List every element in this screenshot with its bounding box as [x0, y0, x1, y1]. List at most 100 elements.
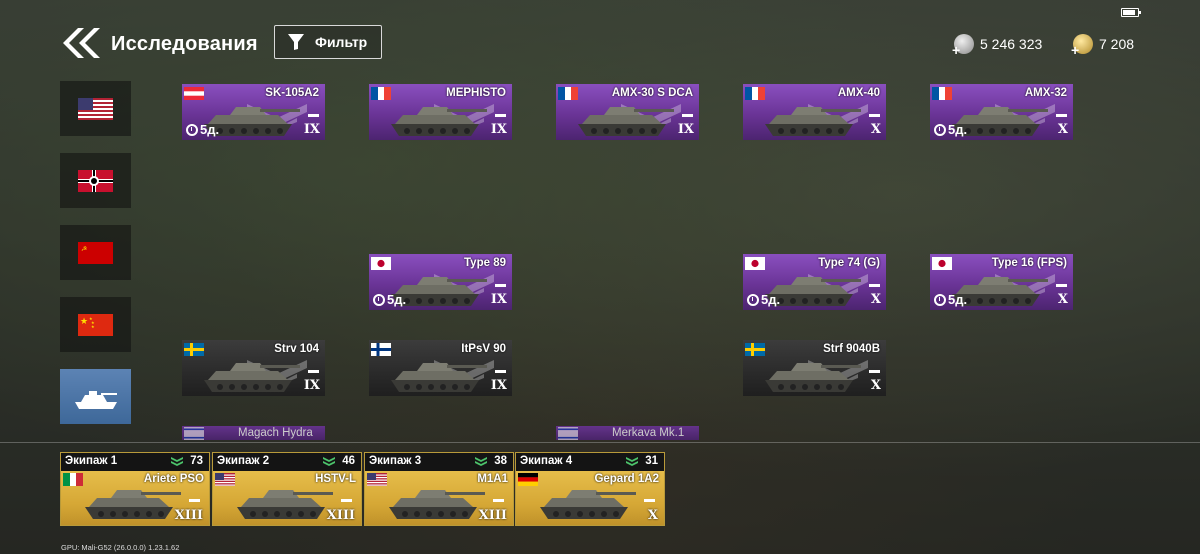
vehicle-name: SK-105A2 [265, 87, 319, 99]
vehicle-name: Magach Hydra [238, 427, 313, 439]
sweden-flag-icon [184, 343, 204, 356]
tank-image [570, 94, 680, 140]
timer-text: 5д. [200, 122, 220, 137]
vehicle-card[interactable]: AMX-30 S DCA IX [556, 84, 699, 140]
gold-coin-icon: + [1071, 34, 1093, 58]
svg-text:☭: ☭ [81, 245, 87, 253]
vehicle-card[interactable]: Type 74 (G) X 5д. [743, 254, 886, 310]
japan-flag-icon [371, 257, 391, 270]
vehicle-card[interactable]: Strv 104 IX [182, 340, 325, 396]
vehicle-role-icon [308, 106, 319, 117]
vehicle-name: M1A1 [477, 473, 508, 485]
gold-amount: 7 208 [1099, 36, 1135, 52]
stopwatch-icon [186, 123, 198, 136]
france-flag-icon [558, 87, 578, 100]
vehicle-rank: IX [490, 292, 507, 307]
vehicle-name: Type 89 [464, 257, 506, 269]
vehicle-card[interactable]: MEPHISTO IX [369, 84, 512, 140]
vehicle-card[interactable]: SK-105A2 IX 5д. [182, 84, 325, 140]
gpu-info: GPU: Mali-G52 (26.0.0.0) 1.23.1.62 [61, 543, 180, 552]
ussr-flag-icon: ☭ [78, 241, 113, 264]
italy-flag-icon [63, 473, 83, 486]
vehicle-rank: XIII [478, 508, 507, 523]
france-flag-icon [932, 87, 952, 100]
silver-currency[interactable]: + 5 246 323 [952, 34, 1043, 58]
crew-slot[interactable]: Экипаж 3 38 M1A1 XIII [364, 452, 514, 526]
tank-image [757, 94, 867, 140]
vehicle-role-icon [495, 276, 506, 287]
crew-slot[interactable]: Экипаж 4 31 Gepard 1A2 X [515, 452, 665, 526]
crew-vehicle: HSTV-L XIII [213, 471, 361, 525]
vehicle-name: MEPHISTO [446, 87, 506, 99]
israel-flag-icon [558, 427, 578, 440]
vehicle-rank: X [870, 378, 881, 393]
usa-flag-icon [78, 97, 113, 120]
vehicle-card-partial[interactable]: Magach Hydra [182, 426, 325, 440]
crew-label: Экипаж 4 [520, 455, 573, 467]
stopwatch-icon [934, 123, 946, 136]
vehicle-rank: IX [303, 122, 320, 137]
vehicle-rank: IX [490, 378, 507, 393]
vehicle-rank: IX [303, 378, 320, 393]
svg-text:★: ★ [80, 317, 88, 327]
vehicle-role-icon [869, 106, 880, 117]
vehicle-name: Strf 9040B [823, 343, 880, 355]
vehicle-role-icon [495, 362, 506, 373]
rental-timer: 5д. [747, 292, 780, 307]
vehicle-rank: X [870, 122, 881, 137]
vehicle-role-icon [308, 362, 319, 373]
vehicle-role-icon [869, 276, 880, 287]
nation-tab-germany[interactable] [60, 153, 131, 208]
stopwatch-icon [747, 293, 759, 306]
svg-text:★: ★ [91, 324, 95, 329]
battery-icon [1121, 8, 1141, 17]
vehicle-card[interactable]: Strf 9040B X [743, 340, 886, 396]
tank-image [757, 350, 867, 396]
vehicle-card-partial[interactable]: Merkava Mk.1 [556, 426, 699, 440]
vehicle-role-icon [495, 106, 506, 117]
japan-flag-icon [745, 257, 765, 270]
tank-image [383, 94, 493, 140]
gold-currency[interactable]: + 7 208 [1071, 34, 1135, 58]
rental-timer: 5д. [186, 122, 219, 137]
crew-vehicle: Gepard 1A2 X [516, 471, 664, 525]
usa-flag-icon [367, 473, 387, 486]
france-flag-icon [371, 87, 391, 100]
vehicle-card[interactable]: ItPsV 90 IX [369, 340, 512, 396]
double-chevron-left-icon [63, 28, 100, 58]
crew-rank-chevron-icon [626, 457, 638, 466]
page-title: Исследования [111, 33, 258, 55]
crew-header: Экипаж 2 46 [213, 453, 361, 471]
funnel-icon [288, 34, 304, 50]
vehicle-name: HSTV-L [315, 473, 356, 485]
tank-image [196, 350, 306, 396]
back-button[interactable] [60, 26, 104, 60]
finland-flag-icon [371, 343, 391, 356]
vehicle-card[interactable]: AMX-40 X [743, 84, 886, 140]
rental-timer: 5д. [934, 122, 967, 137]
nation-tab-ussr[interactable]: ☭ [60, 225, 131, 280]
crew-vehicle: Ariete PSO XIII [61, 471, 209, 525]
crew-vehicle: M1A1 XIII [365, 471, 513, 525]
vehicle-role-icon [644, 491, 655, 502]
timer-text: 5д. [761, 292, 781, 307]
crew-level: 38 [494, 455, 507, 467]
vehicle-role-icon [1056, 276, 1067, 287]
crew-divider [0, 442, 1200, 443]
vehicle-card[interactable]: AMX-32 X 5д. [930, 84, 1073, 140]
nation-tab-china[interactable]: ★ ★ ★ ★ [60, 297, 131, 352]
vehicle-card[interactable]: Type 89 IX 5д. [369, 254, 512, 310]
timer-text: 5д. [387, 292, 407, 307]
nation-tab-mixed[interactable] [60, 369, 131, 424]
austria-flag-icon [184, 87, 204, 100]
crew-slot[interactable]: Экипаж 1 73 Ariete PSO XIII [60, 452, 210, 526]
nation-tab-usa[interactable] [60, 81, 131, 136]
vehicle-role-icon [189, 491, 200, 502]
vehicle-card[interactable]: Type 16 (FPS) X 5д. [930, 254, 1073, 310]
crew-header: Экипаж 4 31 [516, 453, 664, 471]
rental-timer: 5д. [934, 292, 967, 307]
china-flag-icon: ★ ★ ★ ★ [78, 313, 113, 336]
silver-amount: 5 246 323 [980, 36, 1043, 52]
crew-slot[interactable]: Экипаж 2 46 HSTV-L XIII [212, 452, 362, 526]
filter-button[interactable]: Фильтр [274, 25, 382, 59]
